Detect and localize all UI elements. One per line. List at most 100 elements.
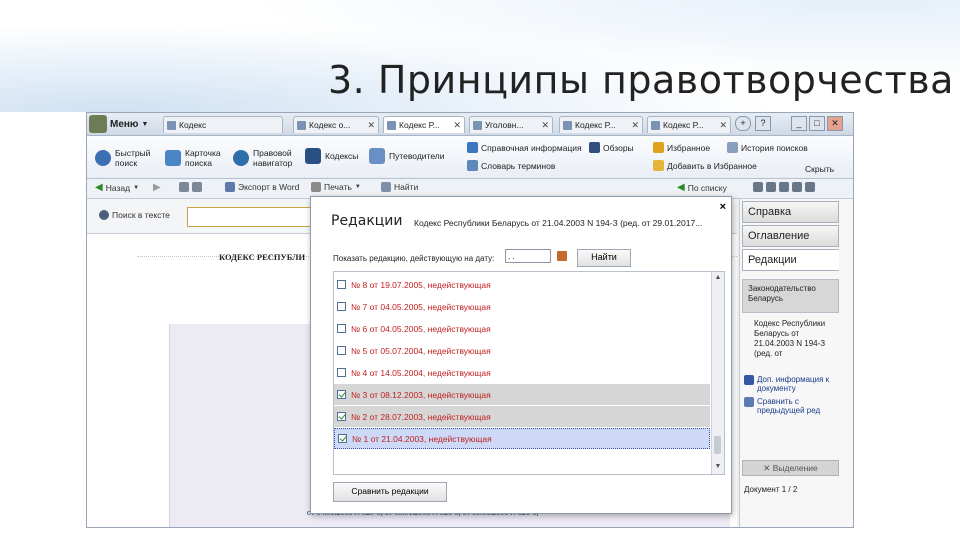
dictionary-button[interactable]: Словарь терминов [467,160,555,171]
tab-label: Оглавление [748,230,810,242]
scroll-thumb[interactable] [714,436,721,454]
tool-icon [792,182,802,192]
edition-label: № 2 от 28.07.2003, недействующая [351,411,491,422]
compare-prev-link[interactable]: Сравнить с предыдущей ред [744,397,838,415]
calendar-icon[interactable] [557,251,567,261]
chevron-down-icon: ▼ [354,184,361,190]
highlight-button[interactable]: ✕ Выделение [742,460,839,476]
tab-label: Кодекс [179,120,207,130]
tab-label: Кодекс о... [309,120,351,130]
search-card-button[interactable]: Карточка поиска [165,148,221,168]
close-icon: ✕ [763,463,773,473]
button-label: Найти [394,182,419,192]
doc-info-link[interactable]: Доп. информация к документу [744,375,838,393]
copy-icon [192,182,202,192]
scroll-down-icon[interactable]: ▼ [713,462,723,472]
forward-button[interactable]: ▶ [153,182,161,193]
find-button[interactable]: Найти [577,249,631,267]
save-icon [179,182,189,192]
print-button[interactable]: Печать ▼ [311,182,361,192]
button-label: Быстрый поиск [115,148,151,168]
button-label: Назад [105,182,131,193]
maximize-icon[interactable]: □ [809,116,825,131]
tab-oglavlenie[interactable]: Оглавление [742,225,839,247]
reviews-button[interactable]: Обзоры [589,142,634,153]
edition-label: № 1 от 21.04.2003, недействующая [352,433,492,444]
counter-label: Документ [744,485,780,494]
edition-label: № 6 от 04.05.2005, недействующая [351,323,491,334]
tab-redakcii[interactable]: Редакции [742,249,839,271]
tab-kodeks-r-active[interactable]: Кодекс Р... ✕ [383,116,465,133]
by-list-button[interactable]: ◀ По списку [677,182,727,193]
quick-search-button[interactable]: Быстрый поиск [95,148,150,168]
close-tab-icon[interactable]: ✕ [541,120,549,131]
globe-icon [233,150,249,166]
checkbox[interactable] [337,280,346,289]
tab-kodeks-r-2[interactable]: Кодекс Р... ✕ [559,116,643,133]
dialog-title: Редакции [331,213,403,229]
list-item[interactable]: № 2 от 28.07.2003, недействующая [334,406,710,427]
list-scrollbar[interactable]: ▲ ▼ [711,272,724,474]
guides-button[interactable]: Путеводители [369,148,445,164]
hide-ribbon-button[interactable]: Скрыть [805,164,834,174]
list-item[interactable]: № 8 от 19.07.2005, недействующая [334,274,710,295]
close-tab-icon[interactable]: ✕ [453,120,461,131]
search-doc-icon [473,120,482,130]
star-icon [653,142,664,153]
compare-editions-button[interactable]: Сравнить редакции [333,482,447,502]
tab-kodeks[interactable]: Кодекс [163,116,283,133]
back-button[interactable]: ◀ Назад ▼ [95,182,139,193]
editions-dialog: Редакции Кодекс Республики Беларусь от 2… [310,196,732,514]
list-item[interactable]: № 5 от 05.07.2004, недействующая [334,340,710,361]
editions-list: № 8 от 19.07.2005, недействующая № 7 от … [333,271,725,475]
list-item[interactable]: № 6 от 04.05.2005, недействующая [334,318,710,339]
help-icon[interactable]: ? [755,116,771,131]
tab-ugolovn[interactable]: Уголовн... ✕ [469,116,553,133]
checkbox-checked[interactable] [338,434,347,443]
toolbar-icons[interactable] [179,182,202,192]
search-history-button[interactable]: История поисков [727,142,808,153]
favorites-button[interactable]: Избранное [653,142,710,153]
search-in-text-input[interactable] [187,207,325,227]
menu-button[interactable]: Меню ▼ [89,114,153,134]
legal-navigator-button[interactable]: Правовой навигатор [233,148,292,168]
tab-label: Кодекс Р... [663,120,704,130]
tool-icon [779,182,789,192]
reference-info-button[interactable]: Справочная информация [467,142,582,153]
close-tab-icon[interactable]: ✕ [367,120,375,131]
list-item[interactable]: № 7 от 04.05.2005, недействующая [334,296,710,317]
add-favorites-button[interactable]: Добавить в Избранное [653,160,757,171]
find-button[interactable]: Найти [381,182,418,192]
search-card-icon [165,150,181,166]
checkbox[interactable] [337,302,346,311]
list-item[interactable]: № 3 от 08.12.2003, недействующая [334,384,710,405]
button-label: Выделение [772,463,818,473]
tab-kodeks-o[interactable]: Кодекс о... ✕ [293,116,379,133]
export-word-button[interactable]: Экспорт в Word [225,182,299,192]
word-icon [225,182,235,192]
new-tab-icon[interactable]: + [735,116,751,131]
close-tab-icon[interactable]: ✕ [631,120,639,131]
scroll-up-icon[interactable]: ▲ [713,273,723,283]
date-input[interactable]: . . [505,249,551,263]
checkbox-checked[interactable] [337,390,346,399]
tab-label: Редакции [748,254,797,266]
reviews-icon [589,142,600,153]
chevron-down-icon: ▼ [141,120,149,128]
tab-spravka[interactable]: Справка [742,201,839,223]
tab-kodeks-r-3[interactable]: Кодекс Р... ✕ [647,116,731,133]
view-tools[interactable] [753,182,815,192]
close-tab-icon[interactable]: ✕ [719,120,727,131]
checkbox[interactable] [337,368,346,377]
close-icon[interactable]: × [720,201,726,213]
checkbox[interactable] [337,346,346,355]
list-item-selected[interactable]: № 1 от 21.04.2003, недействующая [334,428,710,449]
checkbox[interactable] [337,324,346,333]
close-window-icon[interactable]: ✕ [827,116,843,131]
tab-label: Уголовн... [485,120,524,130]
checkbox-checked[interactable] [337,412,346,421]
codes-button[interactable]: Кодексы [305,148,358,164]
compare-icon [744,397,754,407]
list-item[interactable]: № 4 от 14.05.2004, недействующая [334,362,710,383]
minimize-icon[interactable]: _ [791,116,807,131]
